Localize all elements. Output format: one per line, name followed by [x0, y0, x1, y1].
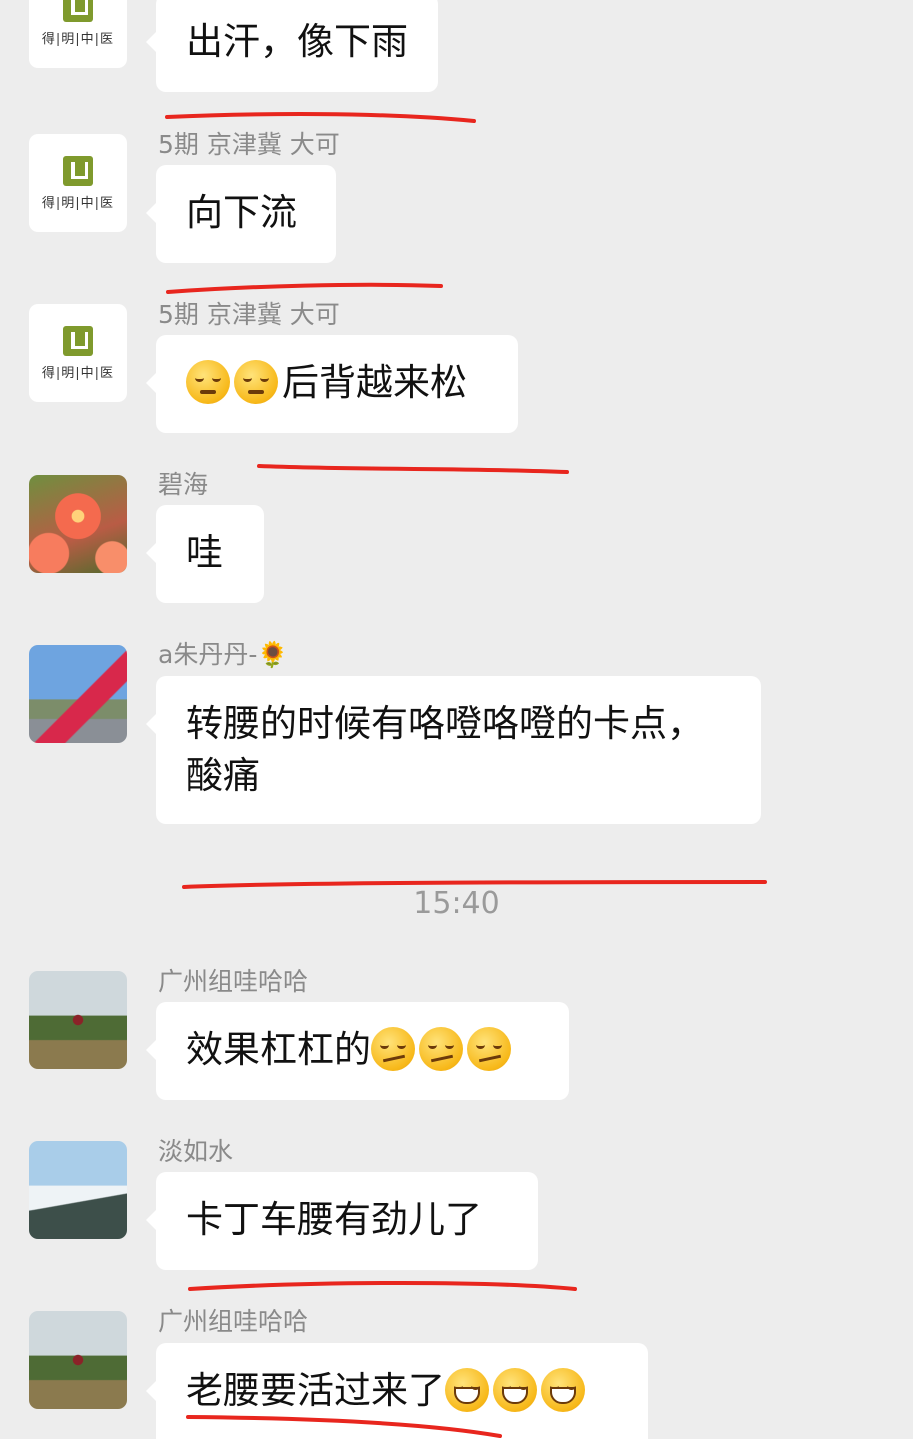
underline-stroke [182, 880, 767, 889]
underline-stroke [186, 1415, 502, 1438]
underline-stroke [166, 282, 443, 294]
underline-stroke [165, 112, 476, 123]
annotation-underlines [165, 112, 767, 1438]
underline-stroke [257, 464, 569, 474]
underline-stroke [188, 1280, 577, 1291]
